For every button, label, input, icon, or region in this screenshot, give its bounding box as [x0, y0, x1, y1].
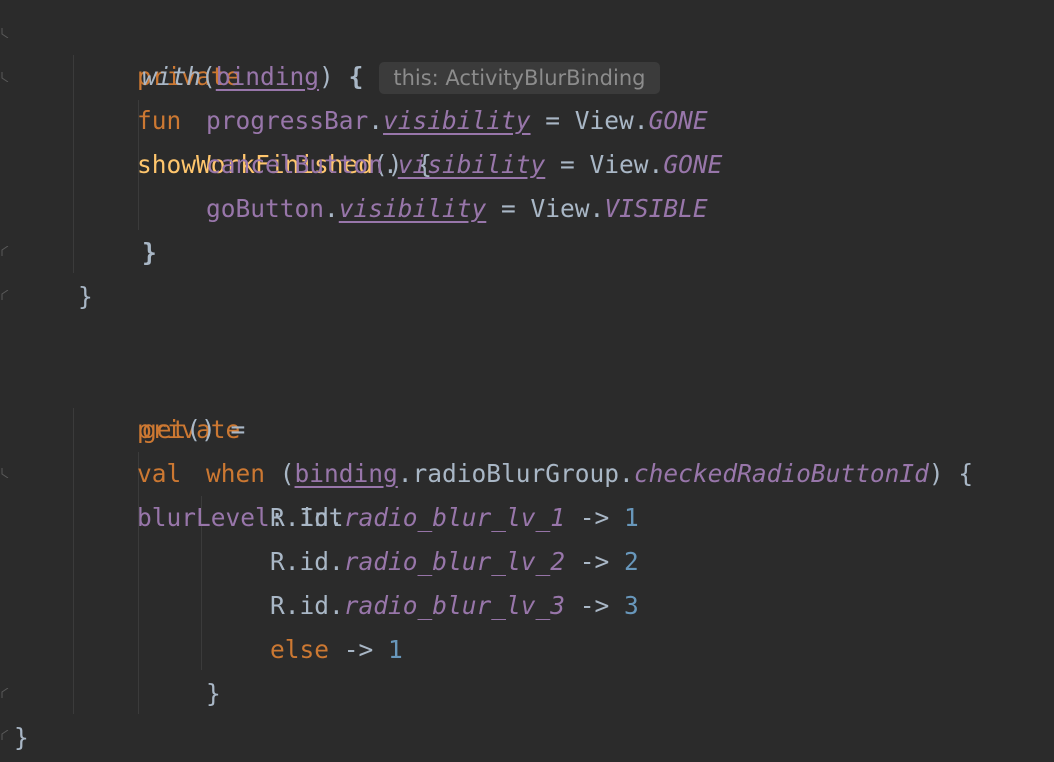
keyword-token: when	[206, 459, 266, 488]
fold-marker-icon[interactable]	[1, 468, 9, 478]
code-line[interactable]: }	[14, 716, 29, 760]
punctuation-token: .	[324, 194, 339, 223]
brace-token: }	[206, 679, 221, 708]
operator-token: = View.	[486, 194, 605, 223]
punctuation-token: ) {	[928, 459, 974, 488]
punctuation-token: () =	[186, 415, 246, 444]
punctuation-token: .	[368, 106, 384, 135]
constant-token: GONE	[663, 150, 723, 179]
fold-marker-icon[interactable]	[1, 72, 9, 82]
number-token: 3	[624, 591, 639, 620]
code-line[interactable]: when (binding.radioBlurGroup.checkedRadi…	[206, 452, 973, 496]
fold-marker-icon[interactable]	[1, 246, 9, 256]
brace-token: }	[142, 238, 157, 267]
code-line[interactable]: cancelButton.visibility = View.GONE	[206, 143, 722, 187]
property-token: checkedRadioButtonId	[633, 459, 929, 488]
arrow-token: ->	[329, 635, 389, 664]
arrow-token: ->	[565, 503, 625, 532]
code-line[interactable]: R.id.radio_blur_lv_3 -> 3	[270, 584, 639, 628]
code-line[interactable]: }	[78, 275, 93, 319]
number-token: 2	[624, 547, 639, 576]
indent-guide	[73, 408, 74, 714]
identifier-token: .radioBlurGroup.	[397, 459, 634, 488]
fold-marker-icon[interactable]	[1, 290, 9, 300]
arrow-token: ->	[565, 591, 625, 620]
fold-marker-icon[interactable]	[1, 688, 9, 698]
punctuation-token: (	[265, 459, 295, 488]
keyword-token: else	[270, 635, 330, 664]
code-line[interactable]: progressBar.visibility = View.GONE	[206, 99, 708, 143]
code-line[interactable]: goButton.visibility = View.VISIBLE	[206, 187, 708, 231]
resource-id-token: radio_blur_lv_1	[343, 503, 566, 532]
resource-id-token: radio_blur_lv_3	[343, 591, 566, 620]
property-token: visibility	[397, 150, 546, 179]
property-token: binding	[294, 459, 398, 488]
inlay-type-hint[interactable]: this: ActivityBlurBinding	[379, 62, 660, 94]
keyword-token: get	[142, 415, 187, 444]
code-line[interactable]: private val blurLevel: Int	[78, 364, 344, 532]
brace-token: }	[14, 723, 29, 752]
resource-id-token: radio_blur_lv_2	[343, 547, 566, 576]
identifier-token: R.id.	[270, 591, 344, 620]
punctuation-token: (	[201, 62, 216, 91]
code-line[interactable]: with(binding) { this: ActivityBlurBinding	[142, 55, 660, 99]
property-token: cancelButton	[206, 150, 384, 179]
fold-marker-icon[interactable]	[1, 730, 9, 740]
property-name-token: blurLevel	[137, 503, 270, 532]
number-token: 1	[624, 503, 639, 532]
property-token: visibility	[383, 106, 531, 135]
punctuation-token: .	[383, 150, 398, 179]
identifier-token: R.id.	[270, 547, 344, 576]
code-line[interactable]: private fun showWorkFinished() {	[78, 11, 432, 179]
operator-token: = View.	[530, 106, 649, 135]
code-line[interactable]: R.id.radio_blur_lv_2 -> 2	[270, 540, 639, 584]
number-token: 1	[388, 635, 403, 664]
stdlib-function-token: with	[142, 62, 202, 91]
code-editor[interactable]: private fun showWorkFinished() { with(bi…	[0, 0, 1054, 762]
indent-guide	[73, 55, 74, 273]
operator-token: = View.	[545, 150, 664, 179]
editor-gutter	[0, 0, 12, 762]
arrow-token: ->	[565, 547, 625, 576]
code-line[interactable]: }	[142, 231, 157, 275]
property-token: binding	[215, 62, 320, 91]
keyword-token: val	[137, 459, 182, 488]
constant-token: GONE	[648, 106, 708, 135]
code-line[interactable]: R.id.radio_blur_lv_1 -> 1	[270, 496, 639, 540]
constant-token: VISIBLE	[604, 194, 708, 223]
property-token: goButton	[206, 194, 325, 223]
punctuation-token: )	[319, 62, 334, 91]
code-line[interactable]: else -> 1	[270, 628, 403, 672]
code-line[interactable]: }	[206, 672, 221, 716]
brace-token: }	[78, 282, 93, 311]
fold-marker-icon[interactable]	[1, 28, 9, 38]
property-token: visibility	[338, 194, 487, 223]
code-line[interactable]: get() =	[142, 408, 245, 452]
lambda-brace-token: {	[348, 62, 364, 91]
keyword-token: fun	[137, 106, 182, 135]
identifier-token: R.id.	[270, 503, 344, 532]
property-token: progressBar	[206, 106, 369, 135]
